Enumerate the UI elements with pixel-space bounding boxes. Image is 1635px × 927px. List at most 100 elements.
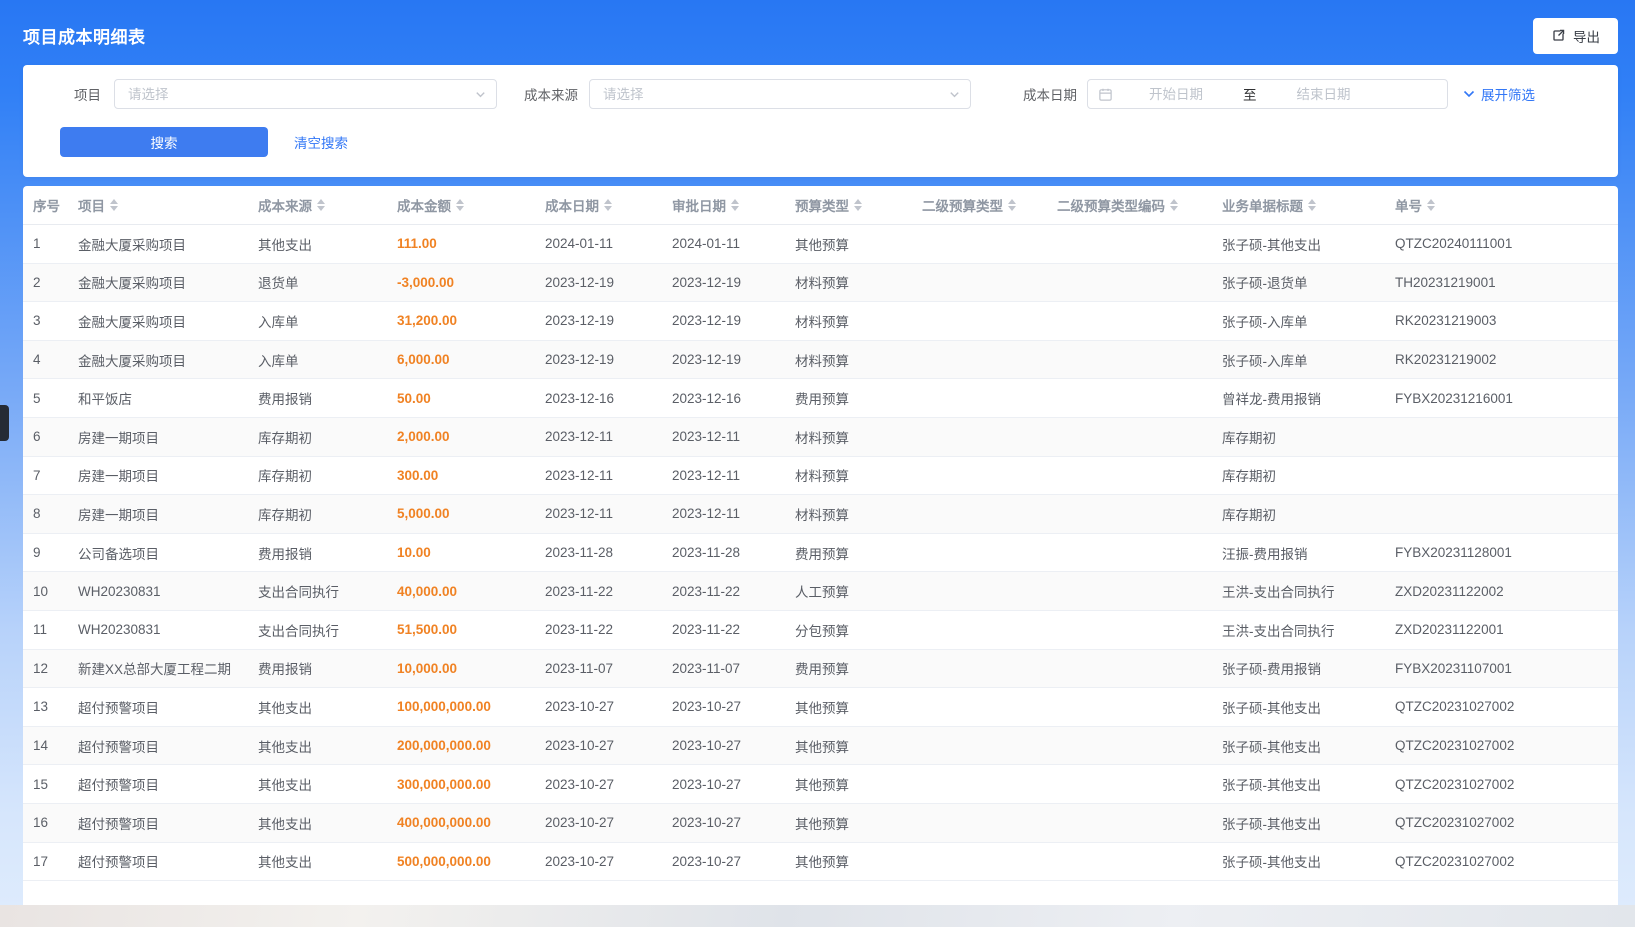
table-row[interactable]: 17超付预警项目其他支出500,000,000.002023-10-272023… [23,843,1618,882]
cell-budget_type: 费用预算 [785,388,912,408]
side-drawer-handle[interactable] [0,405,9,441]
cell-doc_title: 张子硕-入库单 [1212,311,1385,331]
cell-doc_title: 王洪-支出合同执行 [1212,620,1385,640]
project-select[interactable] [114,79,497,109]
table-row[interactable]: 16超付预警项目其他支出400,000,000.002023-10-272023… [23,804,1618,843]
cell-project: 公司备选项目 [68,543,248,563]
cell-source: 其他支出 [248,851,387,871]
cell-project: 金融大厦采购项目 [68,311,248,331]
column-header-source[interactable]: 成本来源 [248,195,387,215]
column-header-doc_no[interactable]: 单号 [1385,195,1618,215]
cell-amount: -3,000.00 [387,275,535,290]
table-row[interactable]: 14超付预警项目其他支出200,000,000.002023-10-272023… [23,727,1618,766]
table-row[interactable]: 13超付预警项目其他支出100,000,000.002023-10-272023… [23,688,1618,727]
column-label: 业务单据标题 [1222,195,1303,215]
table-row[interactable]: 6房建一期项目库存期初2,000.002023-12-112023-12-11材… [23,418,1618,457]
cell-project: 超付预警项目 [68,697,248,717]
cell-amount: 10.00 [387,545,535,560]
cell-no: 14 [23,738,68,753]
cell-no: 9 [23,545,68,560]
sort-icon[interactable] [1170,199,1178,211]
cell-doc_title: 张子硕-其他支出 [1212,851,1385,871]
cell-doc_title: 张子硕-其他支出 [1212,697,1385,717]
column-header-doc_title[interactable]: 业务单据标题 [1212,195,1385,215]
sort-icon[interactable] [1308,199,1316,211]
sort-icon[interactable] [731,199,739,211]
table-row[interactable]: 1金融大厦采购项目其他支出111.002024-01-112024-01-11其… [23,225,1618,264]
cell-project: 超付预警项目 [68,736,248,756]
cell-doc_no: TH20231219001 [1385,275,1618,290]
project-select-input[interactable] [115,80,496,108]
cell-approve_date: 2023-10-27 [662,738,785,753]
top-bar: 项目成本明细表 导出 [0,0,1635,65]
table-row[interactable]: 8房建一期项目库存期初5,000.002023-12-112023-12-11材… [23,495,1618,534]
column-header-sub_budget_type[interactable]: 二级预算类型 [912,195,1047,215]
table-row[interactable]: 3金融大厦采购项目入库单31,200.002023-12-192023-12-1… [23,302,1618,341]
cell-doc_title: 汪振-费用报销 [1212,543,1385,563]
table-row[interactable]: 11WH20230831支出合同执行51,500.002023-11-22202… [23,611,1618,650]
table-row[interactable]: 2金融大厦采购项目退货单-3,000.002023-12-192023-12-1… [23,264,1618,303]
sort-icon[interactable] [854,199,862,211]
cell-cost_date: 2023-11-22 [535,622,662,637]
cell-amount: 300,000,000.00 [387,777,535,792]
cost-date-range[interactable]: 至 [1087,79,1448,109]
column-header-no: 序号 [23,195,68,215]
end-date-input[interactable] [1265,87,1383,102]
sort-icon[interactable] [1427,199,1435,211]
cost-source-select-input[interactable] [590,80,970,108]
cell-approve_date: 2023-11-28 [662,545,785,560]
table-row[interactable]: 15超付预警项目其他支出300,000,000.002023-10-272023… [23,765,1618,804]
table-row[interactable]: 12新建XX总部大厦工程二期费用报销10,000.002023-11-07202… [23,650,1618,689]
column-header-sub_budget_code[interactable]: 二级预算类型编码 [1047,195,1212,215]
sort-icon[interactable] [456,199,464,211]
column-label: 审批日期 [672,195,726,215]
cell-budget_type: 材料预算 [785,311,912,331]
cell-approve_date: 2023-11-07 [662,661,785,676]
cell-no: 16 [23,815,68,830]
cell-no: 15 [23,777,68,792]
table-row[interactable]: 5和平饭店费用报销50.002023-12-162023-12-16费用预算曾祥… [23,379,1618,418]
column-header-cost_date[interactable]: 成本日期 [535,195,662,215]
column-header-approve_date[interactable]: 审批日期 [662,195,785,215]
table-row[interactable]: 7房建一期项目库存期初300.002023-12-112023-12-11材料预… [23,457,1618,496]
cell-source: 费用报销 [248,543,387,563]
cell-cost_date: 2024-01-11 [535,236,662,251]
table-row[interactable]: 4金融大厦采购项目入库单6,000.002023-12-192023-12-19… [23,341,1618,380]
sort-icon[interactable] [1008,199,1016,211]
cell-budget_type: 费用预算 [785,658,912,678]
cell-project: 房建一期项目 [68,465,248,485]
page-title: 项目成本明细表 [23,23,146,48]
cell-source: 库存期初 [248,465,387,485]
cell-cost_date: 2023-11-07 [535,661,662,676]
cell-project: 金融大厦采购项目 [68,234,248,254]
cell-doc_no: QTZC20231027002 [1385,699,1618,714]
chevron-down-icon [948,88,961,106]
column-header-project[interactable]: 项目 [68,195,248,215]
column-label: 序号 [33,195,60,215]
cost-source-select[interactable] [589,79,971,109]
cell-approve_date: 2023-10-27 [662,815,785,830]
cell-budget_type: 人工预算 [785,581,912,601]
cell-project: 金融大厦采购项目 [68,272,248,292]
cell-project: WH20230831 [68,622,248,637]
sort-icon[interactable] [317,199,325,211]
cell-amount: 5,000.00 [387,506,535,521]
cell-approve_date: 2023-12-16 [662,391,785,406]
cell-approve_date: 2023-10-27 [662,699,785,714]
table-row[interactable]: 9公司备选项目费用报销10.002023-11-282023-11-28费用预算… [23,534,1618,573]
table-row[interactable]: 10WH20230831支出合同执行40,000.002023-11-22202… [23,572,1618,611]
column-header-budget_type[interactable]: 预算类型 [785,195,912,215]
expand-filters-link[interactable]: 展开筛选 [1462,84,1535,104]
sort-icon[interactable] [110,199,118,211]
search-button[interactable]: 搜索 [60,127,268,157]
column-label: 二级预算类型 [922,195,1003,215]
cell-doc_no: QTZC20231027002 [1385,738,1618,753]
clear-search-link[interactable]: 清空搜索 [294,132,348,152]
export-button[interactable]: 导出 [1533,18,1618,54]
column-header-amount[interactable]: 成本金额 [387,195,535,215]
start-date-input[interactable] [1117,87,1235,102]
cell-amount: 100,000,000.00 [387,699,535,714]
cell-approve_date: 2023-12-19 [662,275,785,290]
cell-amount: 31,200.00 [387,313,535,328]
sort-icon[interactable] [604,199,612,211]
